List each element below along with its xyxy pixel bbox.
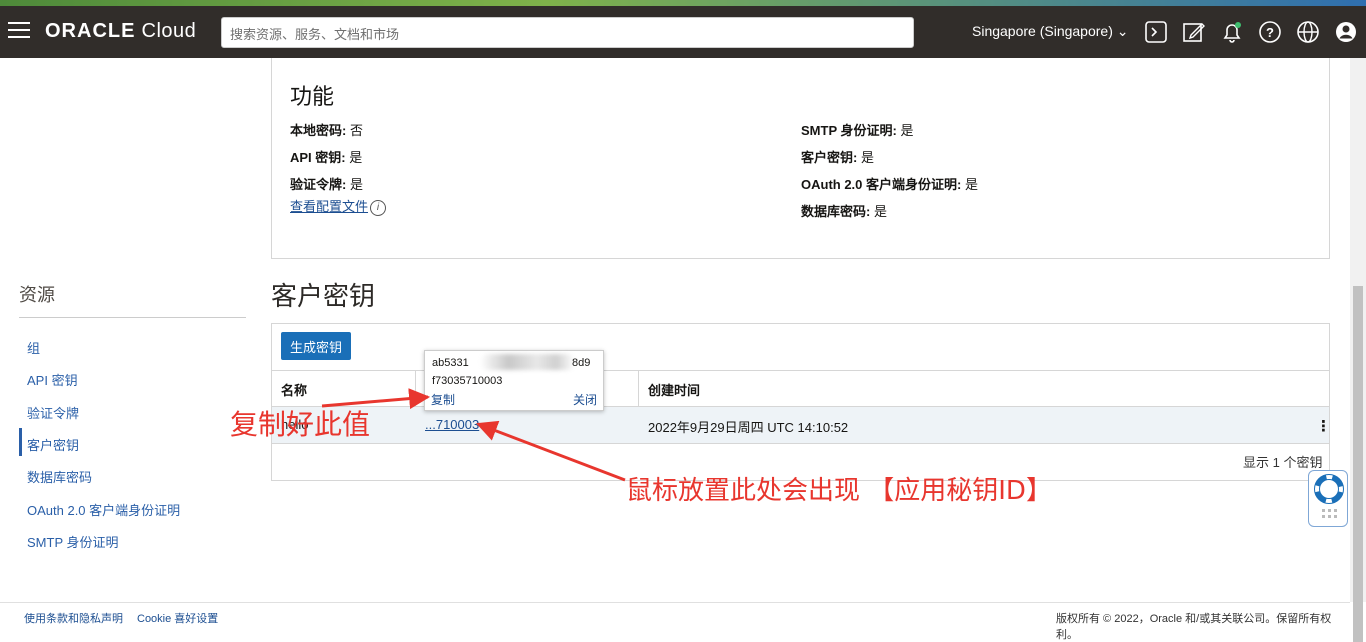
copy-value-annotation: 复制好此值 bbox=[230, 408, 371, 441]
svg-text:?: ? bbox=[1266, 25, 1274, 40]
feature-customer-secret-keys: 客户密钥: 是 bbox=[801, 150, 874, 165]
copyright-text: 版权所有 © 2022，Oracle 和/或其关联公司。保留所有权利。 bbox=[1056, 613, 1332, 641]
sidebar-divider bbox=[19, 317, 246, 318]
copy-link[interactable]: 复制 bbox=[431, 391, 455, 408]
view-config-link[interactable]: 查看配置文件 i bbox=[290, 196, 387, 216]
terms-privacy-link[interactable]: 使用条款和隐私声明 bbox=[24, 610, 123, 626]
column-divider bbox=[415, 371, 416, 406]
search-input[interactable]: 搜索资源、服务、文档和市场 bbox=[221, 17, 914, 48]
sidebar-item-api-keys[interactable]: API 密钥 bbox=[27, 370, 78, 389]
row-actions-menu-icon[interactable]: ⋮ bbox=[1316, 417, 1331, 435]
customer-secret-keys-title: 客户密钥 bbox=[271, 281, 376, 311]
chevron-down-icon: ⌄ bbox=[1116, 23, 1129, 39]
sidebar-item-groups[interactable]: 组 bbox=[27, 338, 40, 357]
top-navigation-bar: ORACLE Cloud 搜索资源、服务、文档和市场 Singapore (Si… bbox=[0, 6, 1366, 58]
row-created-time: 2022年9月29日周四 UTC 14:10:52 bbox=[648, 420, 849, 435]
cookie-preferences-link[interactable]: Cookie 喜好设置 bbox=[137, 610, 218, 626]
lifebuoy-icon bbox=[1314, 474, 1344, 518]
sidebar-item-oauth-credentials[interactable]: OAuth 2.0 客户端身份证明 bbox=[27, 500, 180, 519]
edit-icon[interactable] bbox=[1182, 20, 1206, 44]
popover-key-line2: f73035710003 bbox=[432, 375, 503, 387]
active-item-indicator bbox=[19, 428, 22, 456]
sidebar-item-smtp-credentials[interactable]: SMTP 身份证明 bbox=[27, 532, 119, 551]
column-header-created[interactable]: 创建时间 bbox=[648, 380, 700, 399]
secret-key-popover: ab5331 8d9 f73035710003 复制 关闭 bbox=[424, 350, 604, 411]
feature-auth-tokens: 验证令牌: 是 bbox=[290, 177, 363, 192]
help-icon[interactable]: ? bbox=[1258, 20, 1282, 44]
sidebar-item-auth-tokens[interactable]: 验证令牌 bbox=[27, 403, 79, 422]
feature-api-keys: API 密钥: 是 bbox=[290, 150, 363, 165]
popover-key-line1-start: ab5331 bbox=[432, 357, 469, 369]
feature-database-passwords: 数据库密码: 是 bbox=[801, 204, 887, 219]
sidebar-item-customer-secret-keys[interactable]: 客户密钥 bbox=[27, 435, 79, 454]
generate-secret-key-button[interactable]: 生成密钥 bbox=[281, 332, 351, 360]
features-title: 功能 bbox=[290, 84, 335, 109]
column-header-name[interactable]: 名称 bbox=[281, 380, 307, 399]
column-divider bbox=[638, 371, 639, 406]
secret-key-link[interactable]: ...710003 bbox=[425, 417, 479, 432]
popover-key-line1-end: 8d9 bbox=[572, 357, 591, 369]
cloud-shell-icon[interactable] bbox=[1144, 20, 1168, 44]
info-icon[interactable]: i bbox=[370, 199, 387, 216]
hamburger-menu-icon[interactable] bbox=[8, 22, 30, 40]
sidebar-item-database-passwords[interactable]: 数据库密码 bbox=[27, 467, 92, 486]
feature-oauth-credentials: OAuth 2.0 客户端身份证明: 是 bbox=[801, 177, 978, 192]
notification-bell-icon[interactable] bbox=[1220, 20, 1244, 44]
hover-annotation: 鼠标放置此处会出现 【应用秘钥ID】 bbox=[626, 476, 1052, 506]
user-profile-icon[interactable] bbox=[1334, 20, 1358, 44]
page-footer: 使用条款和隐私声明 Cookie 喜好设置 版权所有 © 2022，Oracle… bbox=[0, 602, 1350, 641]
feature-local-password: 本地密码: 否 bbox=[290, 123, 363, 138]
feature-smtp-credentials: SMTP 身份证明: 是 bbox=[801, 123, 914, 138]
page-scrollbar[interactable] bbox=[1350, 58, 1366, 642]
item-count: 显示 1 个密钥 bbox=[1243, 455, 1323, 470]
region-selector[interactable]: Singapore (Singapore) ⌄ bbox=[972, 23, 1129, 40]
scrollbar-thumb[interactable] bbox=[1353, 286, 1363, 642]
close-link[interactable]: 关闭 bbox=[573, 391, 597, 408]
redaction-blur bbox=[480, 354, 575, 370]
sidebar-title: 资源 bbox=[19, 285, 55, 305]
oracle-cloud-logo[interactable]: ORACLE Cloud bbox=[45, 20, 196, 43]
language-globe-icon[interactable] bbox=[1296, 20, 1320, 44]
help-widget-button[interactable] bbox=[1308, 470, 1348, 527]
